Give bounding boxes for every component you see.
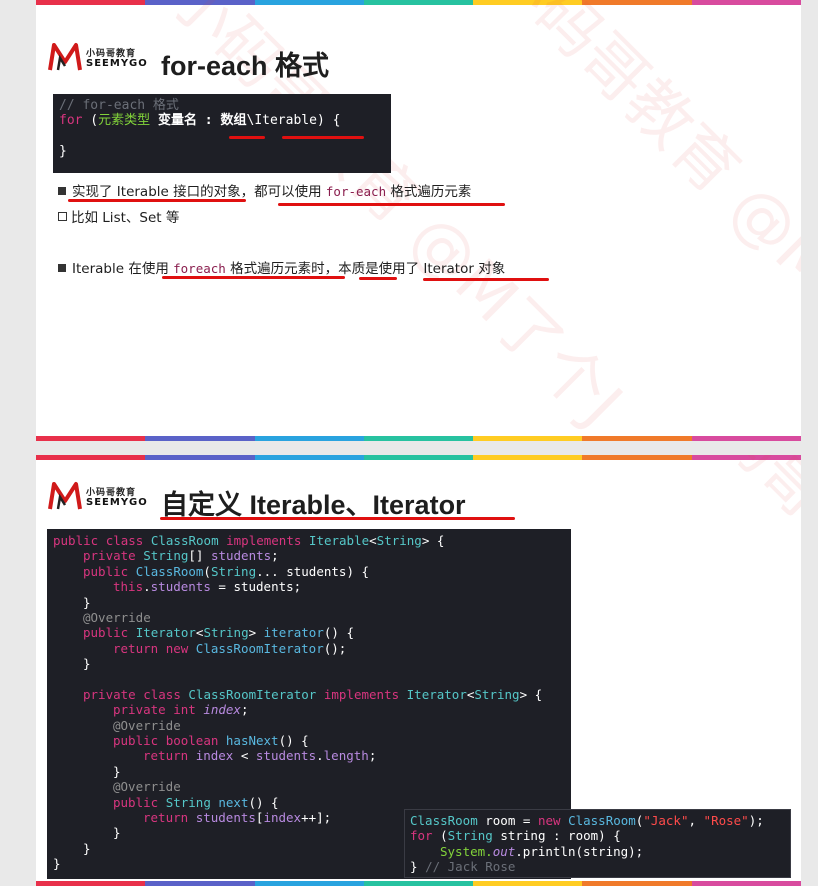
slide-custom-iterable: 小码哥教育 @M了个J 小码哥教育 SEEMYGO 自定义 Iterable、I… xyxy=(36,455,801,886)
seemygo-logo: 小码哥教育 SEEMYGO xyxy=(48,481,148,513)
bullet-iterator-object: Iterable 在使用 foreach 格式遍历元素时，本质是使用了 Iter… xyxy=(58,257,505,277)
red-underline xyxy=(278,203,505,206)
red-underline xyxy=(423,278,549,281)
slide-title: for-each 格式 xyxy=(161,51,330,81)
bullet-list-set: 比如 List、Set 等 xyxy=(58,206,179,226)
seemygo-logo: 小码哥教育 SEEMYGO xyxy=(48,42,148,74)
red-underline xyxy=(282,136,364,139)
color-stripe xyxy=(36,436,801,441)
code-block: // for-each 格式 for (元素类型 变量名 : 数组\Iterab… xyxy=(53,94,391,173)
code-block-usage: ClassRoom room = new ClassRoom("Jack", "… xyxy=(404,809,791,878)
color-stripe xyxy=(36,0,801,5)
color-stripe xyxy=(36,881,801,886)
red-underline xyxy=(162,276,345,279)
red-underline xyxy=(359,277,397,280)
red-underline xyxy=(229,136,265,139)
hollow-square-icon xyxy=(58,212,67,221)
red-underline xyxy=(160,517,515,520)
logo-mark-icon xyxy=(48,43,82,71)
logo-mark-icon xyxy=(48,482,82,510)
bullet-square-icon xyxy=(58,264,66,272)
red-underline xyxy=(68,199,246,202)
bullet-iterable-foreach: 实现了 Iterable 接口的对象，都可以使用 for-each 格式遍历元素 xyxy=(58,180,471,200)
watermark: 小码哥教育 @M了个J xyxy=(654,455,801,826)
bullet-square-icon xyxy=(58,187,66,195)
slide-for-each: 小码哥教育 @M了个J 小码哥教育 @M了个J 小码哥教育 SEEMYGO fo… xyxy=(36,0,801,441)
color-stripe xyxy=(36,455,801,460)
